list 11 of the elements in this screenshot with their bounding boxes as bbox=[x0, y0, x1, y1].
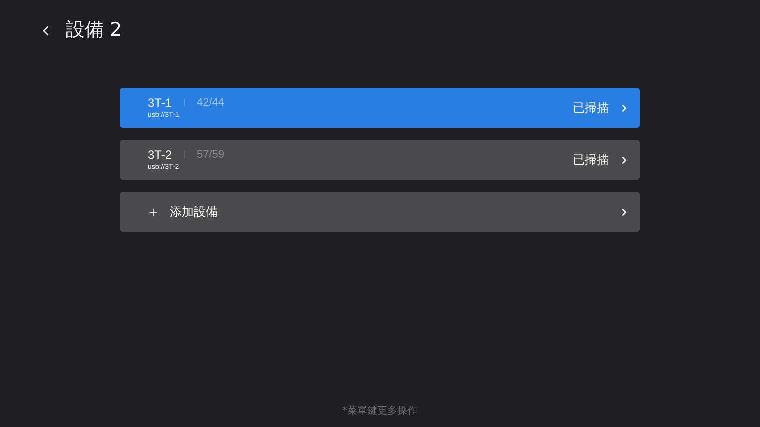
scan-count: 57/59 bbox=[197, 148, 225, 162]
device-name: 3T-2 bbox=[148, 148, 172, 162]
scan-status: 已掃描 bbox=[573, 100, 609, 117]
scan-count: 42/44 bbox=[197, 96, 225, 110]
scan-status: 已掃描 bbox=[573, 152, 609, 169]
page-title: 設備 2 bbox=[66, 18, 122, 44]
footer-hint: *菜單鍵更多操作 bbox=[342, 404, 418, 419]
plus-icon bbox=[148, 206, 159, 218]
device-name: 3T-1 bbox=[148, 96, 172, 110]
add-device-row[interactable]: 添加設備 bbox=[120, 192, 640, 232]
add-device-label: 添加設備 bbox=[170, 204, 218, 221]
